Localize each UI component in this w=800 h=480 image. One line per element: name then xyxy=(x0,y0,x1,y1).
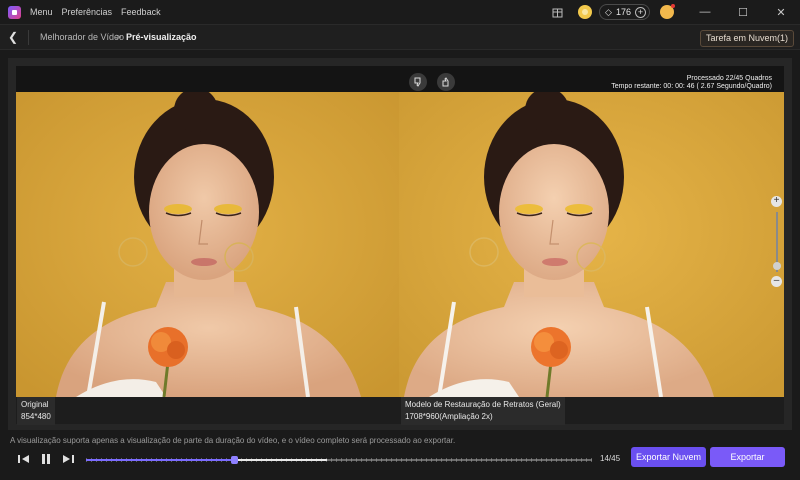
menu-preferences[interactable]: Preferências xyxy=(62,7,113,17)
cloud-task-button[interactable]: Tarefa em Nuvem(1) xyxy=(699,30,794,47)
divider xyxy=(28,30,29,45)
menu-feedback[interactable]: Feedback xyxy=(121,7,161,17)
title-bar: Menu Preferências Feedback ◇ 176 + — ☐ ✕ xyxy=(0,0,800,24)
original-label: Original xyxy=(21,400,49,409)
preview-panel: Processado 22/45 Quadros Tempo restante:… xyxy=(16,66,785,425)
plus-icon[interactable]: + xyxy=(635,6,646,18)
gift-icon[interactable] xyxy=(550,5,564,19)
minimize-icon[interactable]: — xyxy=(686,0,724,24)
close-icon[interactable]: ✕ xyxy=(762,0,800,24)
thumbs-down-icon[interactable] xyxy=(409,73,427,91)
zoom-in-icon[interactable]: + xyxy=(771,196,782,207)
model-label: Modelo de Restauração de Retratos (Geral… xyxy=(405,400,561,409)
processed-frames: Processado 22/45 Quadros xyxy=(686,75,772,82)
original-caption: Original 854*480 xyxy=(16,397,399,425)
avatar-icon[interactable] xyxy=(660,4,675,19)
maximize-icon[interactable]: ☐ xyxy=(724,0,762,24)
gem-icon: ◇ xyxy=(605,6,612,17)
timeline-handle[interactable] xyxy=(231,456,239,464)
processing-status: Processado 22/45 Quadros Tempo restante:… xyxy=(611,75,772,91)
coin-icon[interactable] xyxy=(578,5,593,19)
time-remaining: Tempo restante: 00: 00: 46 ( 2.67 Segund… xyxy=(611,83,772,90)
app-logo-icon xyxy=(8,5,21,19)
back-icon[interactable]: ❮ xyxy=(8,30,22,44)
enhanced-image xyxy=(399,92,784,397)
frame-counter: 14/45 xyxy=(600,454,621,463)
credits-badge[interactable]: ◇ 176 + xyxy=(599,4,650,20)
enhanced-resolution: 1708*960(Ampliação 2x) xyxy=(405,412,493,421)
thumbs-up-icon[interactable] xyxy=(437,73,455,91)
enhanced-info: Modelo de Restauração de Retratos (Geral… xyxy=(401,397,565,425)
playback-bar: 14/45 Exportar Nuvem Exportar xyxy=(0,444,800,480)
breadcrumb-separator: > xyxy=(116,32,122,42)
credits-count: 176 xyxy=(615,7,631,17)
export-button[interactable]: Exportar xyxy=(710,447,785,467)
zoom-out-icon[interactable]: – xyxy=(771,276,782,287)
preview-toolbar: Processado 22/45 Quadros Tempo restante:… xyxy=(16,66,784,92)
step-forward-icon[interactable] xyxy=(60,454,76,468)
timeline-progress xyxy=(86,459,235,461)
step-back-icon[interactable] xyxy=(16,454,32,468)
breadcrumb-current: Pré-visualização xyxy=(126,32,197,42)
zoom-slider-handle[interactable] xyxy=(773,262,781,270)
pause-icon[interactable] xyxy=(38,454,54,468)
enhanced-caption: Modelo de Restauração de Retratos (Geral… xyxy=(399,397,784,425)
menu-menu[interactable]: Menu xyxy=(30,7,53,17)
original-info: Original 854*480 xyxy=(17,397,55,425)
main-area: Processado 22/45 Quadros Tempo restante:… xyxy=(8,58,792,430)
cloud-export-button[interactable]: Exportar Nuvem xyxy=(631,447,706,467)
zoom-control: + – xyxy=(769,196,785,296)
breadcrumb-parent[interactable]: Melhorador de Vídeo xyxy=(40,32,124,42)
original-resolution: 854*480 xyxy=(21,412,51,421)
original-image xyxy=(16,92,399,397)
breadcrumb: ❮ Melhorador de Vídeo > Pré-visualização… xyxy=(0,24,800,50)
timeline-slider[interactable] xyxy=(86,456,592,464)
